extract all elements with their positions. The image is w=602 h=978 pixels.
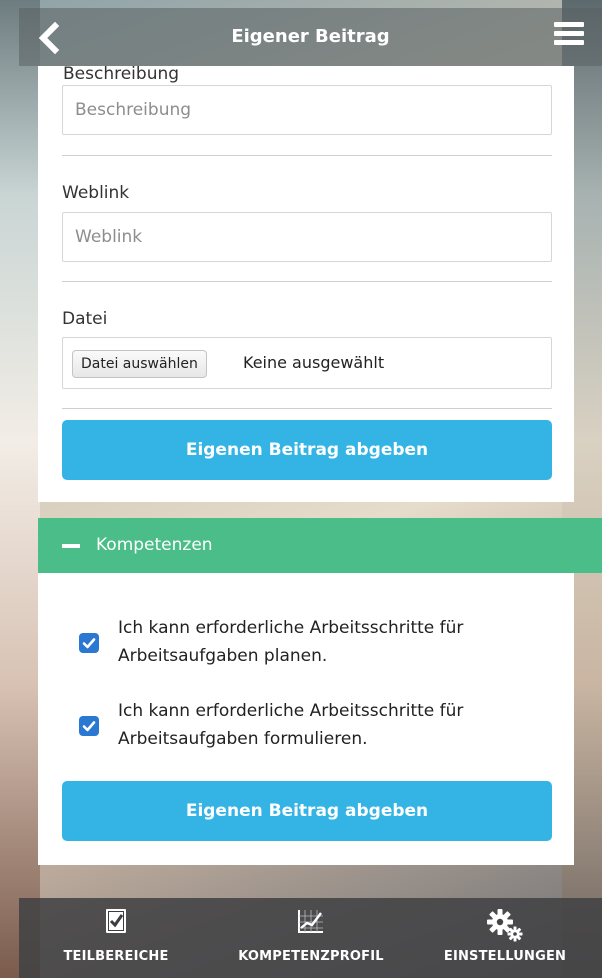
- menu-icon-bar: [554, 40, 584, 45]
- description-input[interactable]: [62, 85, 552, 135]
- file-upload-field[interactable]: Datei auswählen Keine ausgewählt: [62, 337, 552, 389]
- divider: [62, 408, 552, 409]
- collapse-minus-icon: [62, 544, 80, 548]
- weblink-label: Weblink: [62, 183, 130, 203]
- submit-contribution-button[interactable]: Eigenen Beitrag abgeben: [62, 781, 552, 841]
- bottom-navigation: TEILBEREICHE KOMPETENZPROFIL EINSTELLUNG…: [19, 898, 602, 978]
- competency-label: Ich kann erforderliche Arbeitsschritte f…: [118, 618, 464, 666]
- background-left: [0, 0, 40, 978]
- file-label: Datei: [62, 309, 108, 329]
- divider: [62, 155, 552, 156]
- nav-label: TEILBEREICHE: [63, 949, 169, 964]
- choose-file-button[interactable]: Datei auswählen: [72, 350, 207, 378]
- menu-icon-bar: [554, 31, 584, 36]
- hamburger-menu-button[interactable]: [554, 22, 584, 46]
- competency-checkbox-checked[interactable]: [79, 633, 99, 653]
- contribution-form: Beschreibung Weblink Datei Datei auswähl…: [38, 66, 574, 502]
- nav-label: KOMPETENZPROFIL: [238, 949, 384, 964]
- weblink-input[interactable]: [62, 212, 552, 262]
- competencies-title: Kompetenzen: [96, 535, 213, 555]
- checkmark-icon: [82, 721, 96, 732]
- competencies-section-toggle[interactable]: Kompetenzen: [38, 518, 602, 573]
- nav-item-kompetenzprofil[interactable]: KOMPETENZPROFIL: [221, 898, 401, 978]
- app-header: Eigener Beitrag: [19, 8, 602, 66]
- description-label: Beschreibung: [63, 64, 180, 84]
- nav-item-teilbereiche[interactable]: TEILBEREICHE: [41, 898, 191, 978]
- divider: [62, 281, 552, 282]
- nav-label: EINSTELLUNGEN: [443, 949, 567, 964]
- submit-contribution-button[interactable]: Eigenen Beitrag abgeben: [62, 420, 552, 480]
- checklist-icon: [106, 909, 126, 933]
- nav-item-einstellungen[interactable]: EINSTELLUNGEN: [425, 898, 585, 978]
- gears-icon: [487, 909, 523, 942]
- file-status-text: Keine ausgewählt: [243, 353, 385, 372]
- menu-icon-bar: [554, 22, 584, 27]
- page-title: Eigener Beitrag: [231, 26, 390, 47]
- checkmark-icon: [82, 638, 96, 649]
- competencies-panel: Ich kann erforderliche Arbeitsschritte f…: [38, 573, 574, 865]
- competency-checkbox-checked[interactable]: [79, 716, 99, 736]
- competency-label: Ich kann erforderliche Arbeitsschritte f…: [118, 701, 464, 749]
- chart-icon: [298, 910, 323, 933]
